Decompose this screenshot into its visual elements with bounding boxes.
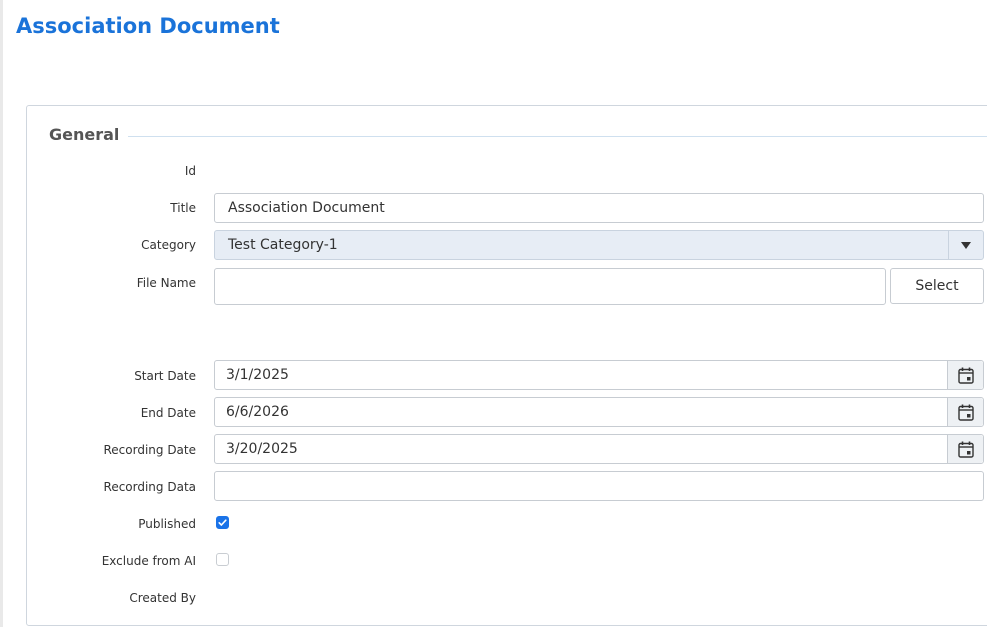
end-date-label: End Date — [140, 406, 196, 420]
recording-date-picker[interactable]: 3/20/2025 — [214, 434, 984, 464]
recording-date-label: Recording Date — [103, 443, 196, 457]
recording-data-label: Recording Data — [103, 480, 196, 494]
recording-data-input[interactable] — [214, 471, 984, 501]
exclude-from-ai-label: Exclude from AI — [101, 554, 196, 568]
calendar-icon[interactable] — [947, 398, 983, 426]
calendar-icon[interactable] — [947, 361, 983, 389]
title-input-value: Association Document — [228, 200, 385, 216]
end-date-picker[interactable]: 6/6/2026 — [214, 397, 984, 427]
section-title: General — [49, 125, 120, 144]
title-label: Title — [170, 201, 196, 215]
exclude-from-ai-checkbox[interactable] — [216, 553, 229, 566]
start-date-value: 3/1/2025 — [226, 367, 289, 383]
created-by-label: Created By — [129, 591, 196, 605]
checkmark-icon — [218, 519, 227, 526]
file-name-label: File Name — [136, 276, 196, 290]
title-input[interactable]: Association Document — [214, 193, 984, 223]
category-label: Category — [141, 238, 196, 252]
section-divider — [128, 136, 987, 137]
page-title: Association Document — [16, 14, 280, 38]
left-edge-strip — [0, 0, 3, 627]
file-name-input[interactable] — [214, 268, 886, 305]
category-select-value: Test Category-1 — [228, 237, 338, 253]
select-file-button[interactable]: Select — [890, 268, 984, 304]
calendar-icon[interactable] — [947, 435, 983, 463]
start-date-picker[interactable]: 3/1/2025 — [214, 360, 984, 390]
published-checkbox[interactable] — [216, 516, 229, 529]
category-select[interactable]: Test Category-1 — [214, 230, 984, 260]
end-date-value: 6/6/2026 — [226, 404, 289, 420]
start-date-label: Start Date — [134, 369, 196, 383]
id-label: Id — [184, 164, 196, 178]
recording-date-value: 3/20/2025 — [226, 441, 298, 457]
published-label: Published — [138, 517, 196, 531]
chevron-down-icon[interactable] — [948, 231, 983, 259]
